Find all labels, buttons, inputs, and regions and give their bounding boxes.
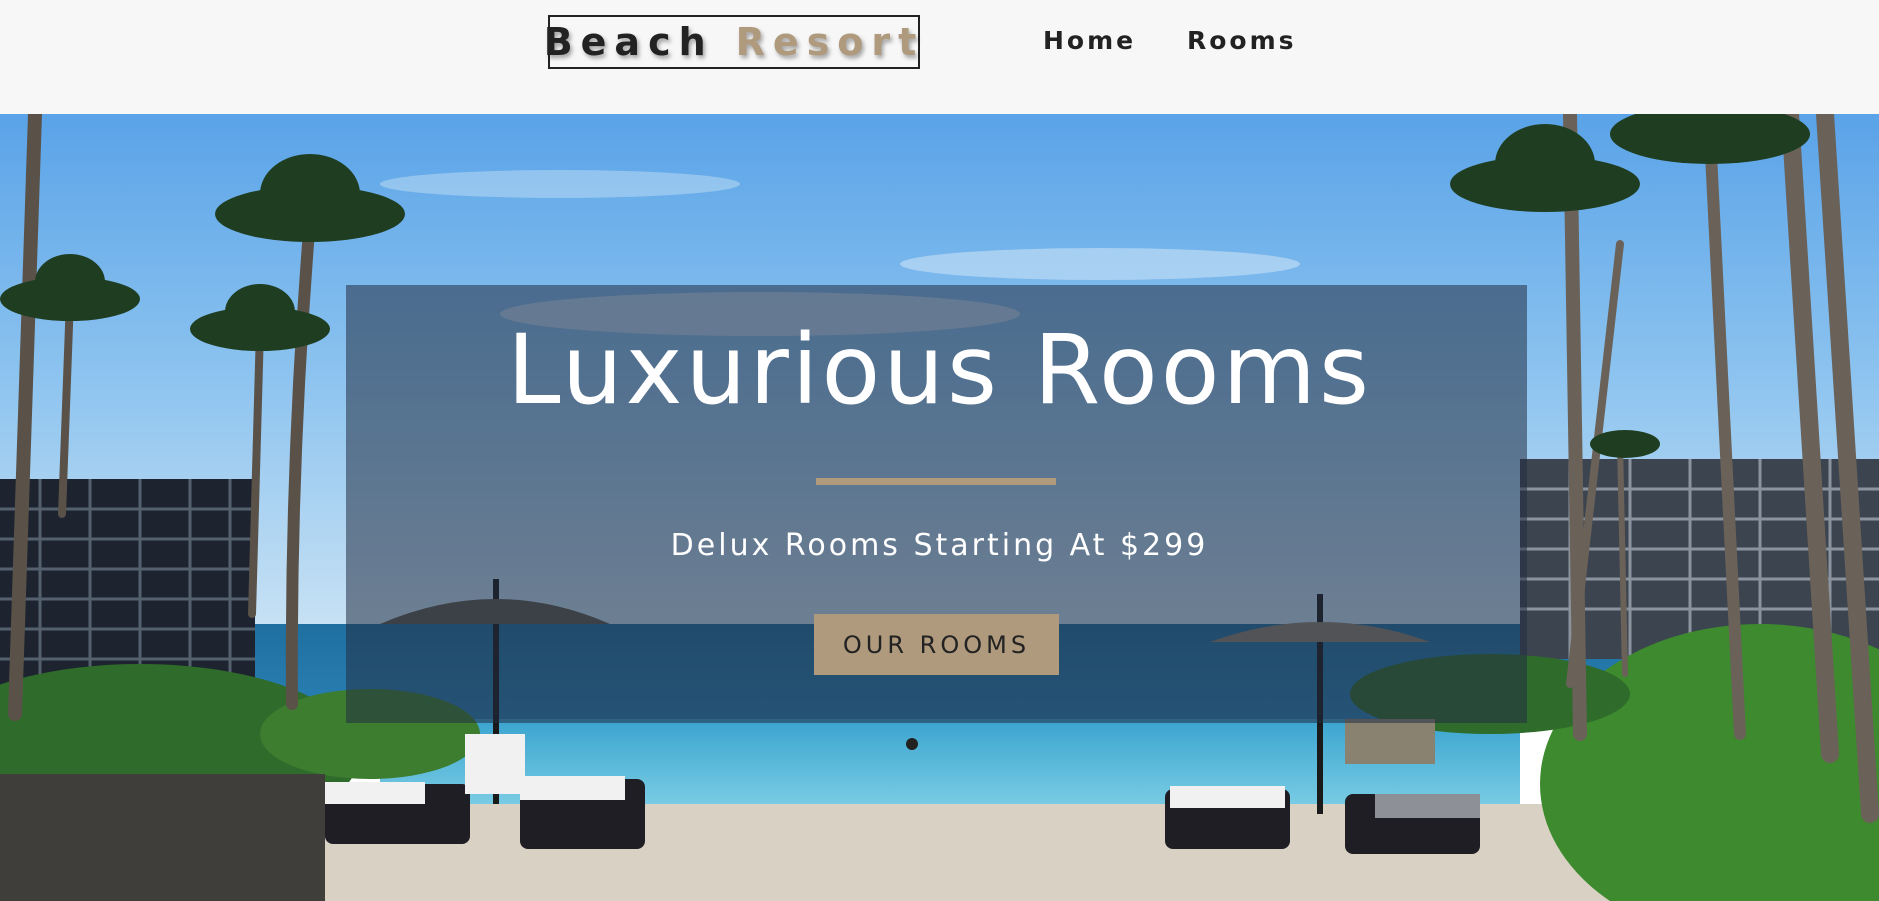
- hero-divider: [816, 478, 1056, 485]
- nav-link-rooms[interactable]: Rooms: [1187, 26, 1297, 55]
- brand-word-resort: Resort: [735, 20, 925, 64]
- hero-subtitle: Delux Rooms Starting At $299: [670, 528, 1209, 563]
- nav-link-home[interactable]: Home: [1043, 26, 1136, 55]
- hero-title: Luxurious Rooms: [507, 314, 1372, 426]
- brand-word-beach: Beach: [543, 20, 714, 64]
- brand-logo[interactable]: Beach Resort: [544, 15, 920, 69]
- navbar: Beach Resort Home Rooms: [0, 0, 1879, 114]
- our-rooms-button[interactable]: OUR ROOMS: [814, 614, 1059, 675]
